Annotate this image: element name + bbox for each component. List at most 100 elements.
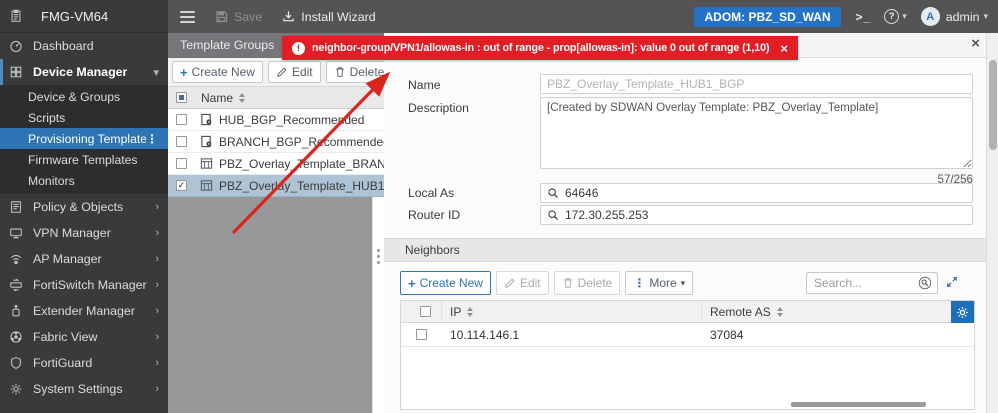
save-label: Save	[234, 9, 263, 24]
select-all-checkbox[interactable]	[419, 306, 431, 317]
sort-icon	[467, 306, 474, 317]
remote-as-column-header[interactable]: Remote AS	[701, 301, 953, 322]
sidebar-item-label: Device Manager	[33, 65, 128, 79]
vertical-scrollbar-thumb[interactable]	[989, 60, 997, 150]
help-menu[interactable]: ? ▾	[884, 9, 907, 24]
close-icon[interactable]: ×	[780, 41, 788, 56]
neighbor-row[interactable]: 10.114.146.1 37084	[401, 323, 974, 347]
sidebar-item-fabric-view[interactable]: Fabric View ›	[0, 324, 168, 350]
sidebar-item-system-settings[interactable]: System Settings ›	[0, 376, 168, 402]
install-wizard-button[interactable]: Install Wizard	[282, 9, 376, 24]
avatar[interactable]: A	[920, 7, 940, 26]
save-button[interactable]: Save	[215, 9, 262, 24]
table-row[interactable]: ✓ PBZ_Overlay_Template_HUB1_BG	[168, 175, 384, 197]
sidebar-item-label: VPN Manager	[33, 226, 111, 240]
table-row[interactable]: HUB_BGP_Recommended	[168, 109, 384, 131]
template-grid-icon	[200, 157, 213, 170]
remote-as-column-label: Remote AS	[710, 304, 771, 319]
sidebar-item-fortiswitch-manager[interactable]: FortiSwitch Manager ›	[0, 272, 168, 298]
magnifier-icon	[547, 186, 559, 201]
neighbors-toolbar: + Create New Edit Delete ⋮ More ▾	[400, 271, 694, 295]
sidebar-item-scripts[interactable]: Scripts	[0, 107, 168, 128]
template-name: HUB_BGP_Recommended	[219, 112, 365, 127]
sidebar-item-label: Fabric View	[33, 330, 98, 344]
extender-icon	[9, 304, 25, 319]
row-checkbox[interactable]	[176, 114, 187, 125]
neighbor-remote-as: 37084	[710, 327, 744, 342]
panel-divider	[372, 197, 384, 413]
sidebar-nav: Dashboard Device Manager ▾ Device & Groups S…	[0, 33, 168, 402]
name-input[interactable]	[540, 74, 973, 94]
delete-button[interactable]: Delete	[325, 61, 384, 83]
ip-column-header[interactable]: IP	[441, 301, 701, 322]
sidebar-item-monitors[interactable]: Monitors	[0, 170, 168, 191]
sidebar-item-policy-objects[interactable]: Policy & Objects ›	[0, 194, 168, 220]
neighbors-edit-button[interactable]: Edit	[495, 271, 549, 295]
edit-button[interactable]: Edit	[267, 61, 321, 83]
select-all-checkbox[interactable]	[176, 92, 187, 103]
neighbors-table: IP Remote AS 10.114.146.1 37084	[400, 300, 975, 410]
panel-resize-handle[interactable]	[376, 249, 382, 264]
sidebar-item-label: Monitors	[28, 173, 75, 188]
username: admin	[945, 9, 980, 24]
search-input[interactable]	[807, 276, 918, 290]
chevron-right-icon: ›	[155, 331, 159, 343]
column-settings-button[interactable]	[951, 301, 974, 323]
table-row[interactable]: PBZ_Overlay_Template_BRANCH_	[168, 153, 384, 175]
template-name: PBZ_Overlay_Template_BRANCH_	[219, 156, 384, 171]
neighbors-delete-button[interactable]: Delete	[553, 271, 621, 295]
router-id-input[interactable]: 172.30.255.253	[540, 205, 973, 225]
sidebar-item-vpn-manager[interactable]: VPN Manager ›	[0, 220, 168, 246]
sidebar-item-label: AP Manager	[33, 252, 102, 266]
description-label: Description	[408, 101, 469, 115]
policy-icon	[9, 200, 25, 215]
sort-icon	[776, 306, 783, 317]
sidebar-item-firmware-templates[interactable]: Firmware Templates	[0, 149, 168, 170]
help-icon: ?	[884, 9, 900, 24]
sidebar: FMG-VM64 Dashboard Device Manager ▾ Device …	[0, 0, 168, 413]
cli-console-button[interactable]: >_	[856, 10, 872, 24]
template-name: PBZ_Overlay_Template_HUB1_BG	[219, 178, 384, 193]
sidebar-item-provisioning-templates[interactable]: Provisioning Templates ⋮	[0, 128, 168, 149]
adom-button[interactable]: ADOM: PBZ_SD_WAN	[694, 6, 841, 27]
fortiguard-icon	[9, 356, 25, 371]
delete-label: Delete	[577, 276, 613, 290]
local-as-input[interactable]: 64646	[540, 183, 973, 203]
local-as-label: Local As	[408, 186, 455, 200]
close-icon[interactable]: ×	[971, 35, 980, 52]
template-gear-icon	[200, 135, 213, 148]
sidebar-item-device-manager[interactable]: Device Manager ▾	[0, 59, 168, 85]
expand-table-icon[interactable]	[946, 276, 958, 288]
sidebar-item-device-groups[interactable]: Device & Groups	[0, 86, 168, 107]
trash-icon	[562, 276, 574, 291]
tab-template-groups[interactable]: Template Groups	[168, 38, 274, 52]
horizontal-scrollbar[interactable]	[791, 402, 926, 407]
sidebar-item-label: Device & Groups	[28, 89, 121, 104]
vertical-scrollbar-track[interactable]	[986, 33, 998, 413]
chevron-right-icon: ›	[155, 279, 159, 291]
pencil-icon	[504, 276, 516, 291]
row-checkbox[interactable]	[176, 136, 187, 147]
create-new-button[interactable]: + Create New	[172, 61, 263, 83]
neighbors-section-header: Neighbors	[384, 238, 986, 262]
hamburger-menu-icon[interactable]	[180, 10, 195, 23]
sidebar-item-fortiguard[interactable]: FortiGuard ›	[0, 350, 168, 376]
neighbors-create-new-button[interactable]: + Create New	[400, 271, 491, 295]
pencil-icon	[276, 65, 288, 80]
neighbors-more-button[interactable]: ⋮ More ▾	[625, 271, 694, 295]
kebab-menu-icon[interactable]: ⋮	[146, 132, 159, 146]
dimmed-backdrop	[168, 197, 372, 413]
search-icon[interactable]	[918, 276, 932, 290]
row-checkbox[interactable]	[415, 329, 427, 340]
row-checkbox[interactable]: ✓	[176, 180, 187, 191]
magnifier-icon	[547, 208, 559, 223]
sidebar-item-ap-manager[interactable]: AP Manager ›	[0, 246, 168, 272]
description-textarea[interactable]: [Created by SDWAN Overlay Template: PBZ_…	[540, 97, 973, 169]
list-toolbar: + Create New Edit Delete	[168, 58, 384, 87]
sidebar-item-dashboard[interactable]: Dashboard	[0, 33, 168, 59]
create-new-label: Create New	[191, 65, 255, 79]
row-checkbox[interactable]	[176, 158, 187, 169]
table-row[interactable]: BRANCH_BGP_Recommended	[168, 131, 384, 153]
name-column-header[interactable]: Name	[201, 91, 233, 105]
sidebar-item-extender-manager[interactable]: Extender Manager ›	[0, 298, 168, 324]
